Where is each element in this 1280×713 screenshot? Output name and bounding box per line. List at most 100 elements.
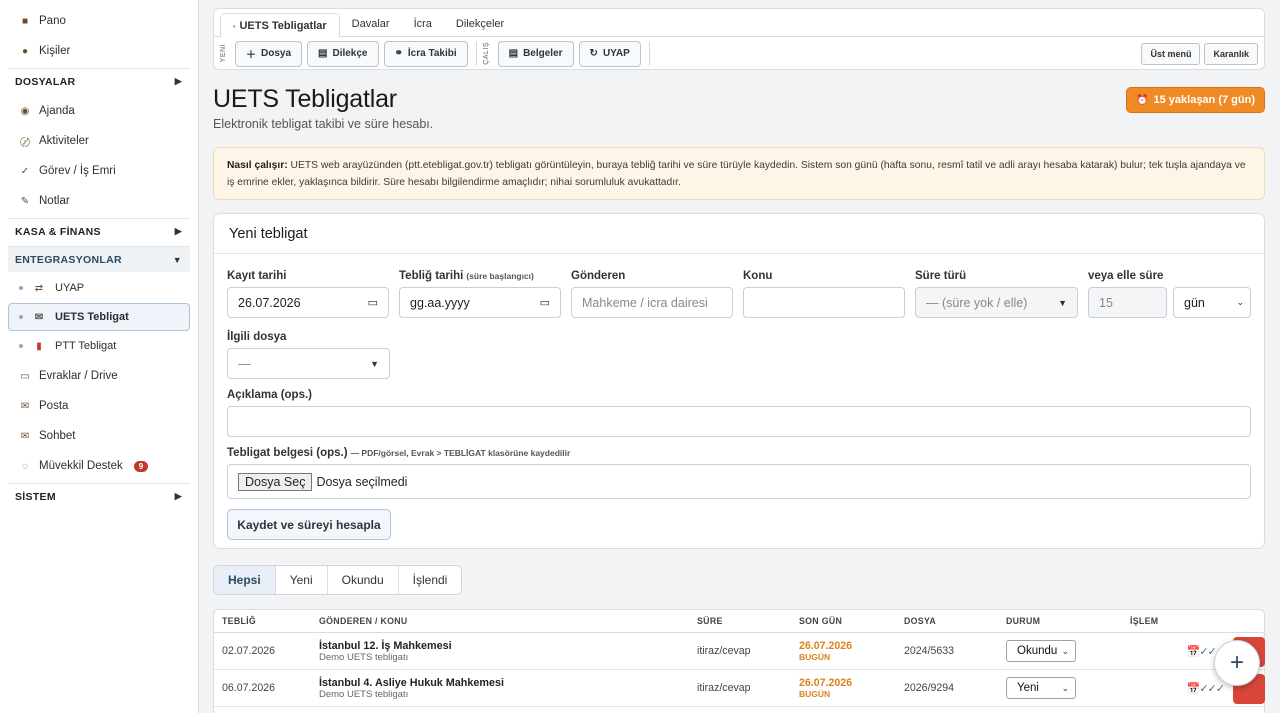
sidebar-item-muvekkil-destek[interactable]: ◌ Müvekkil Destek 9 bbox=[0, 451, 198, 481]
info-text: UETS web arayüzünden (ptt.etebligat.gov.… bbox=[227, 160, 1246, 188]
stamp-icon: ▮ bbox=[36, 340, 42, 352]
button-label: Dilekçe bbox=[332, 48, 368, 59]
durum-select[interactable]: Yeni ⌄ bbox=[1006, 677, 1076, 699]
konu-input[interactable] bbox=[743, 287, 905, 318]
column-header[interactable]: İŞLEM bbox=[1130, 616, 1264, 626]
select-value: — bbox=[238, 356, 251, 371]
aciklama-input[interactable] bbox=[227, 406, 1251, 437]
new-tebligat-card: Yeni tebligat Kayıt tarihi 26.07.2026 ▭ T… bbox=[213, 213, 1265, 549]
page-header: UETS Tebligatlar Elektronik tebligat tak… bbox=[213, 85, 1265, 137]
sidebar-item-sohbet[interactable]: ✉ Sohbet bbox=[0, 421, 198, 451]
teblig-tarihi-input[interactable]: gg.aa.yyyy ▭ bbox=[399, 287, 561, 318]
sidebar-section-sistem[interactable]: SİSTEM ▶ bbox=[8, 483, 190, 509]
tab-label: UETS Tebligatlar bbox=[239, 20, 327, 32]
bullet-icon bbox=[19, 286, 23, 290]
sidebar-item-gorev[interactable]: ✓ Görev / İş Emri bbox=[0, 156, 198, 186]
filter-yeni[interactable]: Yeni bbox=[276, 566, 328, 594]
add-fab-button[interactable]: + bbox=[1214, 640, 1260, 686]
dark-mode-button[interactable]: Karanlık bbox=[1204, 42, 1258, 65]
field-label: Kayıt tarihi bbox=[227, 270, 287, 282]
sidebar-section-entegrasyonlar[interactable]: ENTEGRASYONLAR ▼ bbox=[8, 246, 190, 272]
status-filter: Hepsi Yeni Okundu İşlendi bbox=[213, 565, 463, 595]
calendar-icon[interactable]: ▭ bbox=[540, 296, 550, 309]
sidebar-section-dosyalar[interactable]: DOSYALAR ▶ bbox=[8, 68, 190, 94]
column-header[interactable]: GÖNDEREN / KONU bbox=[319, 616, 697, 626]
badge-label: 15 yaklaşan (7 gün) bbox=[1153, 94, 1256, 106]
durum-select[interactable]: Okundu ⌄ bbox=[1006, 640, 1076, 662]
alarm-icon: ⏰ bbox=[1136, 94, 1149, 106]
binoculars-icon: ⚭ bbox=[394, 48, 403, 59]
column-header[interactable]: SON GÜN bbox=[799, 616, 904, 626]
sidebar-item-ptt-tebligat[interactable]: ▮ PTT Tebligat bbox=[8, 332, 190, 360]
new-icra-takibi-button[interactable]: ⚭ İcra Takibi bbox=[383, 40, 468, 67]
file-status: Dosya seçilmedi bbox=[316, 474, 408, 489]
choose-file-button[interactable]: Dosya Seç bbox=[238, 472, 313, 491]
elle-sure-input[interactable]: 15 bbox=[1088, 287, 1167, 318]
cell-dosya[interactable]: 2026/9294 bbox=[904, 682, 1006, 694]
button-label: Dosya bbox=[261, 48, 292, 59]
sidebar-item-pano[interactable]: ■ Pano bbox=[0, 6, 198, 36]
sidebar-item-uyap[interactable]: ⇄ UYAP bbox=[8, 274, 190, 302]
cell-son-gun-note: BUGÜN bbox=[799, 652, 831, 662]
cell-gonderen: İstanbul 12. İş Mahkemesi bbox=[319, 639, 452, 652]
sidebar-item-ajanda[interactable]: ◉ Ajanda bbox=[0, 96, 198, 126]
belgeler-button[interactable]: ▤ Belgeler bbox=[497, 40, 574, 67]
tab-uets-tebligatlar[interactable]: • UETS Tebligatlar bbox=[220, 13, 340, 37]
sidebar-item-label: Görev / İş Emri bbox=[39, 165, 116, 177]
top-toolbar: • UETS Tebligatlar Davalar İcra Dilekçele… bbox=[213, 8, 1265, 70]
kayit-tarihi-input[interactable]: 26.07.2026 ▭ bbox=[227, 287, 389, 318]
sidebar-item-kisiler[interactable]: ● Kişiler bbox=[0, 36, 198, 66]
sidebar-item-label: Aktiviteler bbox=[39, 135, 89, 147]
new-dilekce-button[interactable]: ▤ Dilekçe bbox=[307, 40, 379, 67]
group-label-yeni: YENİ bbox=[220, 44, 227, 63]
tab-dilekceler[interactable]: Dilekçeler bbox=[444, 12, 516, 36]
table-row: 06.07.2026 İstanbul 4. Asliye Hukuk Mahk… bbox=[214, 670, 1264, 707]
sidebar-item-evraklar[interactable]: ▭ Evraklar / Drive bbox=[0, 361, 198, 391]
sidebar-item-aktiviteler[interactable]: 〄 Aktiviteler bbox=[0, 126, 198, 156]
cell-teblig: 06.07.2026 bbox=[222, 682, 276, 694]
chevron-down-icon: ⌄ bbox=[1061, 682, 1069, 693]
uyap-button[interactable]: ↻ UYAP bbox=[578, 40, 641, 67]
filter-okundu[interactable]: Okundu bbox=[328, 566, 399, 594]
info-banner: Nasıl çalışır: UETS web arayüzünden (ptt… bbox=[213, 147, 1265, 200]
column-header[interactable]: SÜRE bbox=[697, 616, 799, 626]
sidebar-item-notlar[interactable]: ✎ Notlar bbox=[0, 186, 198, 216]
filter-hepsi[interactable]: Hepsi bbox=[214, 566, 276, 594]
belge-file-input[interactable]: Dosya Seç Dosya seçilmedi bbox=[227, 464, 1251, 499]
new-dosya-button[interactable]: ＋ Dosya bbox=[235, 40, 303, 67]
gonderen-input[interactable]: Mahkeme / icra dairesi bbox=[571, 287, 733, 318]
column-header[interactable]: DOSYA bbox=[904, 616, 1006, 626]
chat-icon: ✉ bbox=[20, 430, 30, 442]
sidebar-section-kasa[interactable]: KASA & FİNANS ▶ bbox=[8, 218, 190, 244]
tab-icra[interactable]: İcra bbox=[402, 12, 444, 36]
sidebar-item-label: UYAP bbox=[55, 282, 85, 294]
sidebar-item-label: Posta bbox=[39, 400, 69, 412]
sure-turu-select[interactable]: — (süre yok / elle) ▼ bbox=[915, 287, 1078, 318]
cell-konu: Demo UETS tebligatı bbox=[319, 651, 409, 663]
tab-davalar[interactable]: Davalar bbox=[340, 12, 402, 36]
column-header[interactable]: DURUM bbox=[1006, 616, 1130, 626]
calendar-icon[interactable]: ▭ bbox=[368, 296, 378, 309]
cell-dosya[interactable]: 2024/5633 bbox=[904, 645, 1006, 657]
document-icon: ▤ bbox=[318, 48, 328, 59]
sidebar-item-posta[interactable]: ✉ Posta bbox=[0, 391, 198, 421]
folder-icon: ▭ bbox=[20, 370, 30, 382]
pencil-icon: ✎ bbox=[20, 195, 30, 207]
plus-icon: ＋ bbox=[246, 50, 256, 61]
sure-unit-select[interactable]: gün ⌄ bbox=[1173, 287, 1251, 318]
chevron-right-icon: ▶ bbox=[174, 491, 182, 501]
cell-son-gun: 26.07.2026 bbox=[799, 640, 853, 652]
field-label: Konu bbox=[743, 270, 773, 282]
upcoming-warning-badge[interactable]: ⏰ 15 yaklaşan (7 gün) bbox=[1126, 87, 1265, 113]
field-label: Açıklama (ops.) bbox=[227, 389, 312, 401]
cell-gonderen: İstanbul 4. Asliye Hukuk Mahkemesi bbox=[319, 676, 505, 689]
save-calculate-button[interactable]: Kaydet ve süreyi hesapla bbox=[227, 509, 391, 540]
ilgili-dosya-select[interactable]: — ▼ bbox=[227, 348, 390, 379]
column-header[interactable]: TEBLİĞ bbox=[214, 616, 319, 626]
cell-konu: Demo UETS tebligatı bbox=[319, 688, 409, 700]
swap-icon: ⇄ bbox=[34, 282, 44, 294]
ust-menu-button[interactable]: Üst menü bbox=[1141, 42, 1201, 65]
info-strong: Nasıl çalışır: bbox=[227, 160, 288, 171]
sidebar-item-uets-tebligat[interactable]: ✉ UETS Tebligat bbox=[8, 303, 190, 331]
filter-islendi[interactable]: İşlendi bbox=[399, 566, 462, 594]
